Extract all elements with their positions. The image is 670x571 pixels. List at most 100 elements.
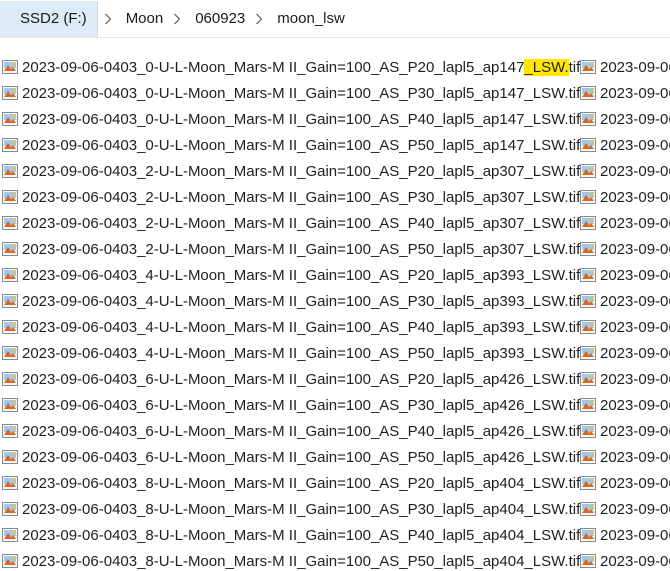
tif-image-file-icon [2,319,18,335]
file-name-truncated: 2023-09-06 [600,136,670,154]
file-item-second-column[interactable]: 2023-09-06 [580,340,670,366]
file-item[interactable]: 2023-09-06-0403_6-U-L-Moon_Mars-M II_Gai… [2,366,580,392]
file-name: 2023-09-06-0403_4-U-L-Moon_Mars-M II_Gai… [22,266,581,284]
file-item-second-column[interactable]: 2023-09-06 [580,184,670,210]
file-item[interactable]: 2023-09-06-0403_0-U-L-Moon_Mars-M II_Gai… [2,132,580,158]
file-name-truncated: 2023-09-06 [600,110,670,128]
tif-image-file-icon [2,449,18,465]
file-item-second-column[interactable]: 2023-09-06 [580,288,670,314]
tif-image-file-icon [2,163,18,179]
breadcrumb-item-moon[interactable]: Moon [118,1,168,37]
file-row: 2023-09-06-0403_8-U-L-Moon_Mars-M II_Gai… [0,496,670,522]
file-name: 2023-09-06-0403_4-U-L-Moon_Mars-M II_Gai… [22,344,581,362]
file-item-second-column[interactable]: 2023-09-06 [580,366,670,392]
file-name-truncated: 2023-09-06 [600,214,670,232]
file-item-second-column[interactable]: 2023-09-06 [580,444,670,470]
tif-image-file-icon [580,397,596,413]
file-item[interactable]: 2023-09-06-0403_6-U-L-Moon_Mars-M II_Gai… [2,444,580,470]
file-row: 2023-09-06-0403_0-U-L-Moon_Mars-M II_Gai… [0,132,670,158]
file-item[interactable]: 2023-09-06-0403_4-U-L-Moon_Mars-M II_Gai… [2,340,580,366]
breadcrumb-item-drive[interactable]: SSD2 (F:) [0,0,98,37]
file-item[interactable]: 2023-09-06-0403_6-U-L-Moon_Mars-M II_Gai… [2,392,580,418]
tif-image-file-icon [580,137,596,153]
file-row: 2023-09-06-0403_2-U-L-Moon_Mars-M II_Gai… [0,184,670,210]
file-row: 2023-09-06-0403_6-U-L-Moon_Mars-M II_Gai… [0,392,670,418]
file-item[interactable]: 2023-09-06-0403_2-U-L-Moon_Mars-M II_Gai… [2,236,580,262]
file-item-second-column[interactable]: 2023-09-06 [580,158,670,184]
file-name-truncated: 2023-09-06 [600,240,670,258]
tif-image-file-icon [2,59,18,75]
file-name: 2023-09-06-0403_4-U-L-Moon_Mars-M II_Gai… [22,318,581,336]
file-item[interactable]: 2023-09-06-0403_0-U-L-Moon_Mars-M II_Gai… [2,54,580,80]
file-item[interactable]: 2023-09-06-0403_8-U-L-Moon_Mars-M II_Gai… [2,548,580,571]
chevron-right-icon[interactable] [167,1,187,37]
tif-image-file-icon [2,345,18,361]
file-name-truncated: 2023-09-06 [600,474,670,492]
file-item-second-column[interactable]: 2023-09-06 [580,236,670,262]
file-name: 2023-09-06-0403_0-U-L-Moon_Mars-M II_Gai… [22,58,581,76]
chevron-right-icon[interactable] [249,1,269,37]
file-row: 2023-09-06-0403_0-U-L-Moon_Mars-M II_Gai… [0,54,670,80]
file-item[interactable]: 2023-09-06-0403_8-U-L-Moon_Mars-M II_Gai… [2,470,580,496]
file-item[interactable]: 2023-09-06-0403_2-U-L-Moon_Mars-M II_Gai… [2,158,580,184]
breadcrumb-item-moon-lsw[interactable]: moon_lsw [269,1,349,37]
file-item[interactable]: 2023-09-06-0403_2-U-L-Moon_Mars-M II_Gai… [2,184,580,210]
file-row: 2023-09-06-0403_2-U-L-Moon_Mars-M II_Gai… [0,236,670,262]
file-item[interactable]: 2023-09-06-0403_8-U-L-Moon_Mars-M II_Gai… [2,522,580,548]
file-row: 2023-09-06-0403_0-U-L-Moon_Mars-M II_Gai… [0,80,670,106]
tif-image-file-icon [580,267,596,283]
file-name-truncated: 2023-09-06 [600,162,670,180]
file-item-second-column[interactable]: 2023-09-06 [580,548,670,571]
tif-image-file-icon [2,215,18,231]
file-name: 2023-09-06-0403_6-U-L-Moon_Mars-M II_Gai… [22,396,581,414]
tif-image-file-icon [580,241,596,257]
breadcrumb-item-060923[interactable]: 060923 [187,1,249,37]
file-item[interactable]: 2023-09-06-0403_0-U-L-Moon_Mars-M II_Gai… [2,80,580,106]
file-name: 2023-09-06-0403_0-U-L-Moon_Mars-M II_Gai… [22,136,581,154]
tif-image-file-icon [580,215,596,231]
file-item[interactable]: 2023-09-06-0403_4-U-L-Moon_Mars-M II_Gai… [2,288,580,314]
file-item-second-column[interactable]: 2023-09-06 [580,262,670,288]
file-item-second-column[interactable]: 2023-09-06 [580,80,670,106]
file-row: 2023-09-06-0403_6-U-L-Moon_Mars-M II_Gai… [0,418,670,444]
file-item-second-column[interactable]: 2023-09-06 [580,210,670,236]
file-item[interactable]: 2023-09-06-0403_0-U-L-Moon_Mars-M II_Gai… [2,106,580,132]
file-item[interactable]: 2023-09-06-0403_2-U-L-Moon_Mars-M II_Gai… [2,210,580,236]
file-item-second-column[interactable]: 2023-09-06 [580,522,670,548]
file-item-second-column[interactable]: 2023-09-06 [580,418,670,444]
file-row: 2023-09-06-0403_6-U-L-Moon_Mars-M II_Gai… [0,366,670,392]
file-name: 2023-09-06-0403_2-U-L-Moon_Mars-M II_Gai… [22,214,581,232]
file-name-truncated: 2023-09-06 [600,84,670,102]
file-item-second-column[interactable]: 2023-09-06 [580,496,670,522]
breadcrumb-label: SSD2 (F:) [20,10,87,27]
breadcrumb: SSD2 (F:) Moon 060923 moon_lsw [0,0,670,38]
file-row: 2023-09-06-0403_8-U-L-Moon_Mars-M II_Gai… [0,522,670,548]
file-item-second-column[interactable]: 2023-09-06 [580,392,670,418]
file-name-truncated: 2023-09-06 [600,188,670,206]
tif-image-file-icon [2,527,18,543]
breadcrumb-label: moon_lsw [277,10,345,27]
tif-image-file-icon [580,163,596,179]
file-item-second-column[interactable]: 2023-09-06 [580,106,670,132]
file-list: 2023-09-06-0403_0-U-L-Moon_Mars-M II_Gai… [0,54,670,571]
file-name-truncated: 2023-09-06 [600,448,670,466]
tif-image-file-icon [580,475,596,491]
file-item[interactable]: 2023-09-06-0403_4-U-L-Moon_Mars-M II_Gai… [2,314,580,340]
chevron-right-icon[interactable] [98,1,118,37]
file-name-truncated: 2023-09-06 [600,292,670,310]
breadcrumb-label: Moon [125,10,164,27]
file-name-truncated: 2023-09-06 [600,370,670,388]
file-item-second-column[interactable]: 2023-09-06 [580,470,670,496]
file-item-second-column[interactable]: 2023-09-06 [580,132,670,158]
file-name-truncated: 2023-09-06 [600,396,670,414]
file-item[interactable]: 2023-09-06-0403_4-U-L-Moon_Mars-M II_Gai… [2,262,580,288]
file-item-second-column[interactable]: 2023-09-06 [580,54,670,80]
file-item[interactable]: 2023-09-06-0403_8-U-L-Moon_Mars-M II_Gai… [2,496,580,522]
tif-image-file-icon [580,527,596,543]
tif-image-file-icon [2,501,18,517]
file-item-second-column[interactable]: 2023-09-06 [580,314,670,340]
file-name-truncated: 2023-09-06 [600,318,670,336]
file-item[interactable]: 2023-09-06-0403_6-U-L-Moon_Mars-M II_Gai… [2,418,580,444]
file-name-truncated: 2023-09-06 [600,526,670,544]
tif-image-file-icon [2,553,18,569]
